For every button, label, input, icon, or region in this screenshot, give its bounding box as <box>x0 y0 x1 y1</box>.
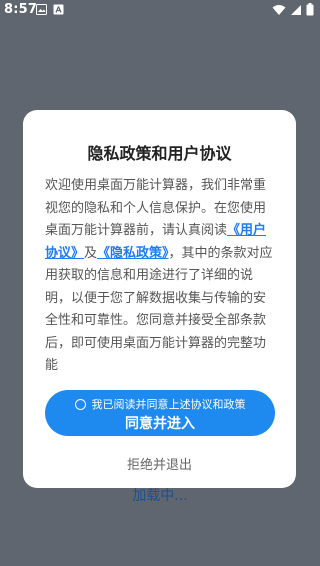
wifi-icon <box>272 4 286 15</box>
body-rest-text: ，其中的条款对应用获取的信息和用途进行了详细的说明，以便于您了解数据收集与传输的… <box>45 245 273 374</box>
privacy-policy-link[interactable]: 《隐私政策》 <box>97 246 169 261</box>
image-icon <box>36 4 47 15</box>
radio-icon[interactable] <box>74 398 86 410</box>
system-icons <box>272 3 314 16</box>
body-and-text: 及 <box>84 245 98 261</box>
privacy-dialog: 隐私政策和用户协议 欢迎使用桌面万能计算器，我们非常重视您的隐私和个人信息保护。… <box>23 110 296 488</box>
dialog-title: 隐私政策和用户协议 <box>87 144 232 163</box>
status-bar: 8:57 <box>0 0 320 20</box>
agree-checkbox[interactable]: 我已阅读并同意上述协议和政策 <box>45 396 275 412</box>
battery-icon <box>306 3 314 16</box>
dialog-body: 欢迎使用桌面万能计算器，我们非常重视您的隐私和个人信息保护。在您使用桌面万能计算… <box>45 175 275 378</box>
loading-text: 加载中... <box>132 488 188 504</box>
agree-checkbox-label: 我已阅读并同意上述协议和政策 <box>91 398 246 411</box>
notification-icons <box>36 4 64 15</box>
agree-button-label: 同意并进入 <box>125 416 195 432</box>
agree-and-enter-button[interactable]: 我已阅读并同意上述协议和政策 同意并进入 <box>45 390 275 436</box>
status-time: 8:57 <box>4 2 38 17</box>
app-icon <box>53 4 64 15</box>
refuse-and-exit-button[interactable]: 拒绝并退出 <box>23 454 296 473</box>
signal-icon <box>291 4 301 15</box>
